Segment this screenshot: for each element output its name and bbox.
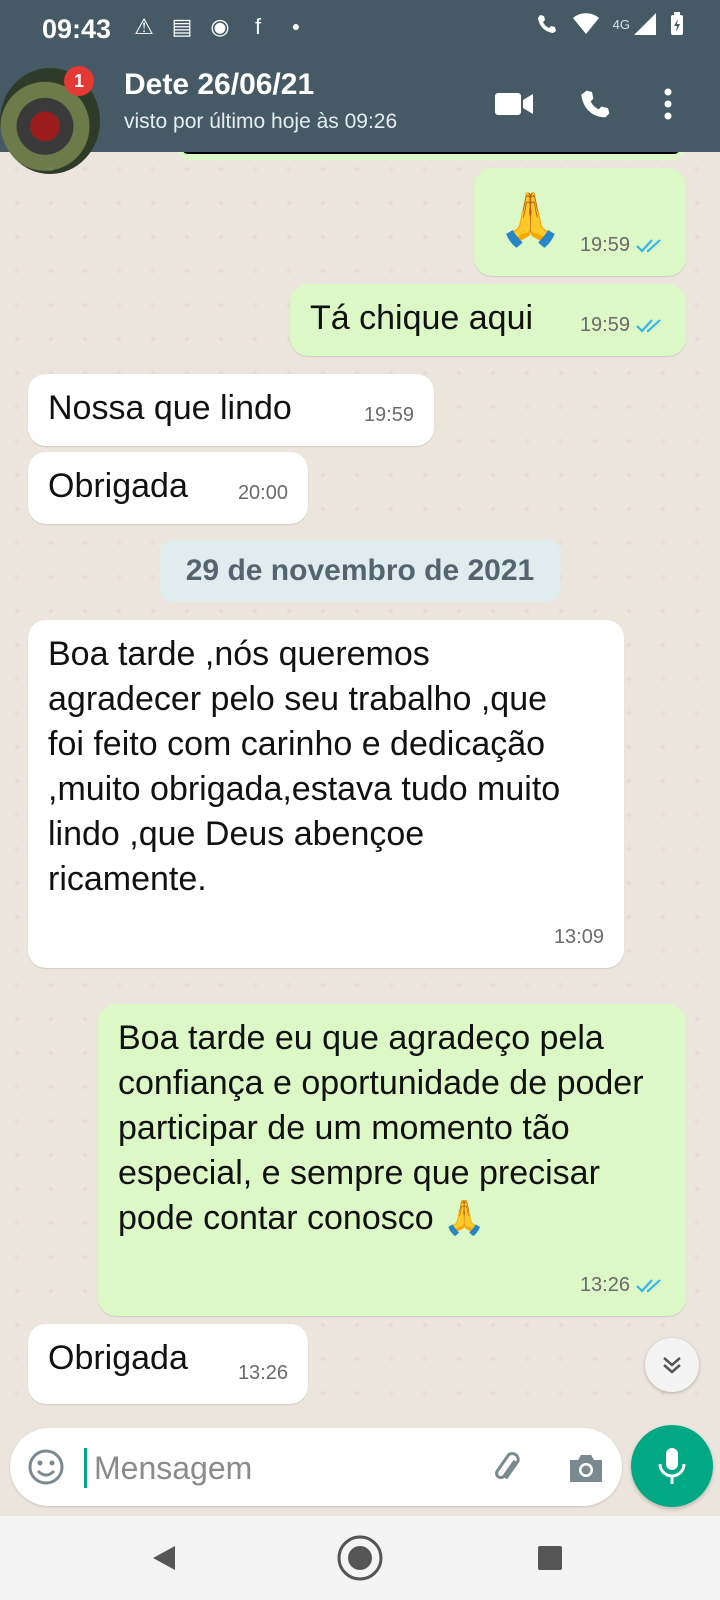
message-meta: 20:00 [238,471,288,516]
voice-call-button[interactable] [576,84,616,124]
dot-icon: ● [291,18,301,34]
message-time: 19:59 [579,234,630,256]
phone-icon [581,90,610,118]
message-meta: 13:09 [554,915,604,960]
message-text: Boa tarde eu que agradeço pela confiança… [118,1019,644,1237]
notification-icons: ⚠ ▤ ◉ f ● [132,14,308,40]
recents-button[interactable] [526,1534,574,1582]
message-meta: 19:59 [580,303,666,348]
message-text: 🙏 [498,191,563,249]
message-meta: 13:26 [238,1351,288,1396]
microphone-icon [658,1448,686,1484]
message-text: Boa tarde ,nós queremos agradecer pelo s… [48,635,561,898]
message-text: Obrigada [48,1339,188,1377]
message-bubble-incoming[interactable]: Obrigada 13:26 [28,1324,308,1404]
back-triangle-icon [153,1546,175,1570]
read-ticks-icon [636,318,661,333]
video-camera-icon [495,93,533,115]
message-composer [10,1428,622,1506]
message-text: Nossa que lindo [48,389,292,427]
top-bar: 09:43 ⚠ ▤ ◉ f ● 4G 1 Dete 26/06/21 visto… [0,0,720,174]
scroll-to-bottom-button[interactable] [645,1338,699,1392]
message-bubble-incoming[interactable]: Nossa que lindo 19:59 [28,374,434,446]
camera-icon[interactable] [566,1448,606,1488]
network-type: 4G [612,16,630,32]
message-bubble-outgoing[interactable]: 🙏 19:59 [474,168,686,276]
date-divider: 29 de novembro de 2021 [160,540,560,602]
message-text: Tá chique aqui [310,299,534,337]
wifi-icon [572,13,599,34]
square-icon [538,1546,562,1570]
message-time: 20:00 [237,482,288,504]
call-icon [537,15,556,33]
home-button[interactable] [336,1534,384,1582]
battery-icon [671,12,683,35]
alert-icon: ⚠ [134,14,154,39]
status-time: 09:43 [42,14,112,44]
unread-badge: 1 [64,66,94,96]
contact-name[interactable]: Dete 26/06/21 [124,68,314,102]
news-icon: ▤ [171,14,193,39]
read-ticks-icon [636,238,661,253]
message-bubble-outgoing[interactable]: Tá chique aqui 19:59 [290,284,686,356]
partial-message-bubble [176,152,686,160]
message-time: 19:59 [363,404,414,426]
message-bubble-incoming[interactable]: Boa tarde ,nós queremos agradecer pelo s… [28,620,624,968]
message-input[interactable] [92,1440,476,1496]
home-circle-icon [337,1535,383,1581]
system-navigation-bar [0,1516,720,1600]
message-meta: 13:26 [580,1263,666,1308]
message-time: 13:09 [553,926,604,948]
kebab-menu-icon [664,88,672,120]
message-time: 13:26 [579,1274,630,1296]
back-button[interactable] [140,1534,188,1582]
message-meta: 19:59 [580,223,666,268]
messenger-icon: ◉ [210,14,230,39]
system-icons: 4G [535,12,684,36]
read-ticks-icon [636,1278,661,1293]
message-time: 19:59 [579,314,630,336]
message-text: Obrigada [48,467,188,505]
message-time: 13:26 [237,1362,288,1384]
text-cursor [84,1448,87,1488]
message-bubble-incoming[interactable]: Obrigada 20:00 [28,452,308,524]
double-chevron-down-icon [663,1357,681,1374]
more-options-button[interactable] [648,84,688,124]
chat-area[interactable]: 🙏 19:59 Tá chique aqui 19:59 Nossa que l… [0,152,720,1420]
facebook-icon: f [254,14,262,39]
message-meta: 19:59 [364,393,414,438]
message-bubble-outgoing[interactable]: Boa tarde eu que agradeço pela confiança… [98,1004,686,1316]
video-call-button[interactable] [494,84,534,124]
voice-record-button[interactable] [631,1425,713,1507]
last-seen: visto por último hoje às 09:26 [124,110,398,133]
signal-icon [634,13,656,35]
paperclip-icon[interactable] [488,1448,528,1488]
emoji-icon[interactable] [26,1447,66,1487]
